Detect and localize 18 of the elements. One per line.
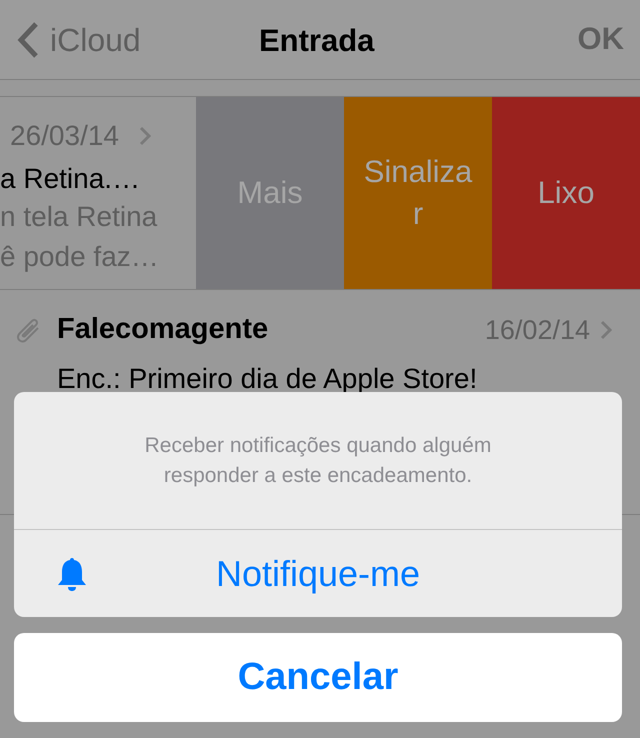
notify-button[interactable]: Notifique-me	[14, 530, 622, 617]
sender-name: Falecomagente	[57, 312, 270, 347]
chevron-icon	[600, 320, 612, 340]
nav-title: Entrada	[259, 22, 374, 60]
back-button[interactable]: iCloud	[16, 16, 141, 64]
date-label: 26/03/14	[10, 119, 119, 153]
subject-text: a Retina.…	[0, 162, 142, 196]
subject-text: Enc.: Primeiro dia de Apple Store!	[57, 362, 478, 396]
preview-text: n tela Retina	[0, 200, 158, 234]
date-label: 16/02/14	[484, 314, 590, 346]
ok-button[interactable]: OK	[578, 16, 624, 63]
sheet-message: Receber notificações quando alguém responder a este encadeamento.	[144, 432, 492, 488]
swipe-action-button[interactable]: Lixo	[492, 97, 640, 289]
back-chevron-icon	[16, 20, 40, 60]
preview-text: ê pode faz…	[0, 240, 160, 274]
swipe-action-button[interactable]: Sinalizar	[344, 97, 492, 289]
chevron-icon	[139, 126, 151, 146]
cancel-button[interactable]: Cancelar	[14, 633, 622, 722]
